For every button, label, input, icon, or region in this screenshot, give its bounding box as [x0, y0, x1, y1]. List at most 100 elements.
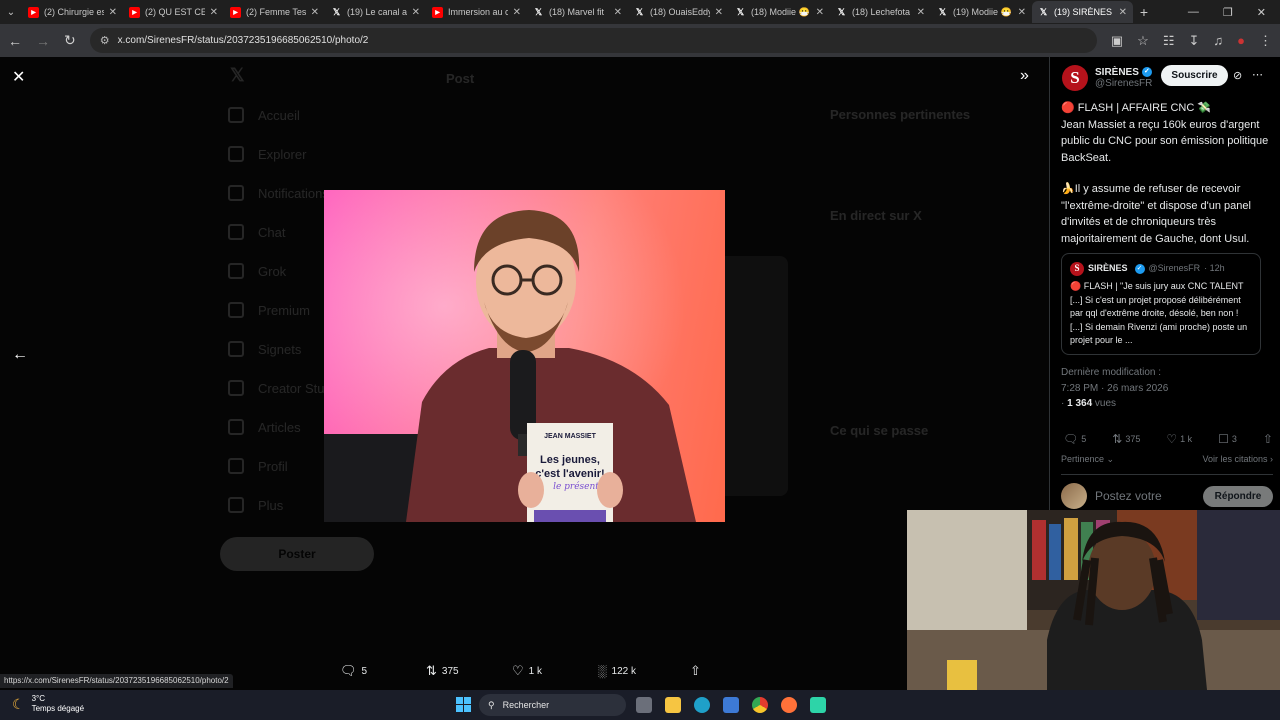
grok-icon[interactable]: ⊘ [1233, 69, 1242, 82]
collapse-panel-icon[interactable]: » [1020, 67, 1029, 85]
more-options-icon[interactable]: ⋯ [1252, 68, 1263, 81]
tab-close-icon[interactable]: ✕ [109, 7, 117, 18]
browser-tab[interactable]: ▶ Immersion au c ✕ [426, 1, 527, 23]
minimize-icon[interactable]: — [1188, 6, 1199, 19]
side-share[interactable]: ⇧ [1263, 432, 1273, 446]
user-avatar [1061, 483, 1087, 509]
browser-tab[interactable]: 𝕏 (19) Le canal a ✕ [325, 1, 426, 23]
views-action[interactable]: ░ 122 k [598, 664, 690, 678]
install-app-icon[interactable]: ▣ [1111, 33, 1123, 49]
windows-start-icon[interactable] [456, 697, 471, 712]
author-avatar[interactable]: S [1062, 65, 1088, 91]
youtube-icon: ▶ [129, 6, 140, 18]
quote-avatar: S [1070, 262, 1084, 276]
search-label: Rechercher [502, 700, 550, 710]
see-quotes-link[interactable]: Voir les citations › [1202, 454, 1273, 465]
like-action[interactable]: ♡ 1 k [512, 663, 598, 679]
tab-close-icon[interactable]: ✕ [715, 7, 723, 18]
bg-nav-plus: Plus [228, 497, 283, 513]
verified-badge-icon: ✓ [1141, 67, 1152, 78]
firefox-icon[interactable] [781, 697, 797, 713]
browser-tab[interactable]: ▶ (2) QU EST CE ✕ [123, 1, 224, 23]
browser-tab[interactable]: 𝕏 (18) Lechefota ✕ [830, 1, 931, 23]
tab-close-icon[interactable]: ✕ [614, 7, 622, 18]
browser-tab[interactable]: 𝕏 (19) Modiie 😷 ✕ [931, 1, 1032, 23]
tab-close-icon[interactable]: ✕ [210, 7, 218, 18]
url-field[interactable]: ⚙ x.com/SirenesFR/status/203723519668506… [89, 28, 1097, 53]
edge-icon[interactable] [694, 697, 710, 713]
side-repost[interactable]: ⇅ 375 [1112, 432, 1140, 446]
close-viewer-icon[interactable]: ✕ [12, 67, 25, 87]
quote-verified-icon: ✓ [1134, 264, 1145, 274]
browser-menu-icon[interactable]: ⋮ [1259, 33, 1272, 49]
tweet-photo[interactable]: JEAN MASSIET Les jeunes, c'est l'avenir!… [324, 190, 725, 522]
bg-nav-chat: Chat [228, 224, 285, 240]
browser-tab[interactable]: 𝕏 (18) Marvel fit ✕ [527, 1, 628, 23]
browser-tab[interactable]: 𝕏 (18) Modiie 😷 ✕ [729, 1, 830, 23]
close-window-icon[interactable]: ✕ [1257, 6, 1266, 19]
modified-label: Dernière modification : [1061, 367, 1162, 378]
tweet-author[interactable]: S SIRÈNES ✓ @SirenesFR [1062, 65, 1152, 91]
side-bookmark[interactable]: ☐ 3 [1218, 432, 1237, 446]
tab-close-icon[interactable]: ✕ [917, 7, 925, 18]
file-explorer-icon[interactable] [665, 697, 681, 713]
window-controls: — ❐ ✕ [1188, 6, 1280, 19]
site-info-icon[interactable]: ⚙ [100, 34, 110, 47]
media-control-icon[interactable]: ♫ [1213, 33, 1223, 49]
downloads-icon[interactable]: ↧ [1188, 33, 1199, 49]
chrome-icon[interactable] [752, 697, 768, 713]
reply-action[interactable]: 🗨 5 [340, 663, 426, 679]
tab-close-icon[interactable]: ✕ [513, 7, 521, 18]
tab-close-icon[interactable]: ✕ [412, 7, 420, 18]
repost-action[interactable]: ⇅ 375 [426, 663, 512, 679]
reply-input[interactable]: Postez votre [1095, 489, 1195, 503]
previous-photo-icon[interactable]: ← [12, 346, 28, 364]
subscribe-button[interactable]: Souscrire [1161, 65, 1228, 86]
new-tab-button[interactable]: + [1133, 4, 1155, 20]
profile-icon[interactable]: ● [1237, 33, 1245, 49]
forward-icon[interactable]: → [36, 33, 50, 49]
store-icon[interactable] [723, 697, 739, 713]
browser-tab[interactable]: ▶ (2) Chirurgie esth ✕ [22, 1, 123, 23]
side-like-count: 1 k [1180, 434, 1193, 444]
browser-tab[interactable]: 𝕏 (19) SIRÈNES s ✕ [1032, 1, 1133, 23]
app-icon[interactable] [810, 697, 826, 713]
like-count: 1 k [528, 665, 542, 677]
side-stats: 🗨 5 ⇅ 375 ♡ 1 k ☐ 3 ⇧ [1063, 432, 1273, 446]
weather-widget[interactable]: ☾ 3°C Temps dégagé [12, 694, 84, 714]
browser-tab[interactable]: 𝕏 (18) OuaisEddy ✕ [628, 1, 729, 23]
x-logo-icon: 𝕏 [332, 6, 341, 17]
restore-icon[interactable]: ❐ [1223, 6, 1233, 19]
webcam-scene [907, 510, 1280, 690]
side-reply[interactable]: 🗨 5 [1063, 432, 1086, 446]
tab-strip: ▶ (2) Chirurgie esth ✕ ▶ (2) QU EST CE ✕ ▶ (2) … [22, 1, 1133, 23]
tab-close-icon[interactable]: ✕ [1119, 7, 1127, 18]
bg-nav-notifications: Notifications [228, 185, 329, 201]
reload-icon[interactable]: ↻ [64, 32, 76, 49]
views-label: vues [1094, 398, 1117, 409]
tab-close-icon[interactable]: ✕ [816, 7, 824, 18]
task-view-icon[interactable] [636, 697, 652, 713]
modified-time[interactable]: 7:28 PM · 26 mars 2026 [1061, 381, 1271, 397]
bg-post-header: Post [446, 71, 475, 86]
side-bookmark-count: 3 [1231, 434, 1237, 444]
tab-title: (19) Modiie 😷 [953, 6, 1012, 17]
extensions-icon[interactable]: ☷ [1163, 33, 1175, 49]
reply-button[interactable]: Répondre [1203, 485, 1273, 507]
taskbar-search[interactable]: ⚲ Rechercher [479, 694, 626, 716]
tab-close-icon[interactable]: ✕ [311, 7, 319, 18]
x-logo-icon: 𝕏 [938, 6, 947, 17]
sort-dropdown[interactable]: Pertinence ⌄ [1061, 454, 1114, 465]
tab-search-menu-icon[interactable]: ⌄ [0, 7, 22, 18]
quote-time: · 12h [1204, 263, 1225, 274]
tab-close-icon[interactable]: ✕ [1018, 7, 1026, 18]
side-like[interactable]: ♡ 1 k [1166, 432, 1192, 446]
x-logo-icon: 𝕏 [837, 6, 846, 17]
tab-title: (18) Modiie 😷 [751, 6, 810, 17]
bookmark-star-icon[interactable]: ☆ [1137, 33, 1149, 49]
reply-count: 5 [361, 665, 368, 677]
share-action[interactable]: ⇧ [690, 663, 701, 679]
quoted-tweet[interactable]: S SIRÈNES ✓ @SirenesFR · 12h 🔴 FLASH | "… [1061, 253, 1261, 355]
browser-tab[interactable]: ▶ (2) Femme Test ✕ [224, 1, 325, 23]
back-icon[interactable]: ← [8, 33, 22, 49]
